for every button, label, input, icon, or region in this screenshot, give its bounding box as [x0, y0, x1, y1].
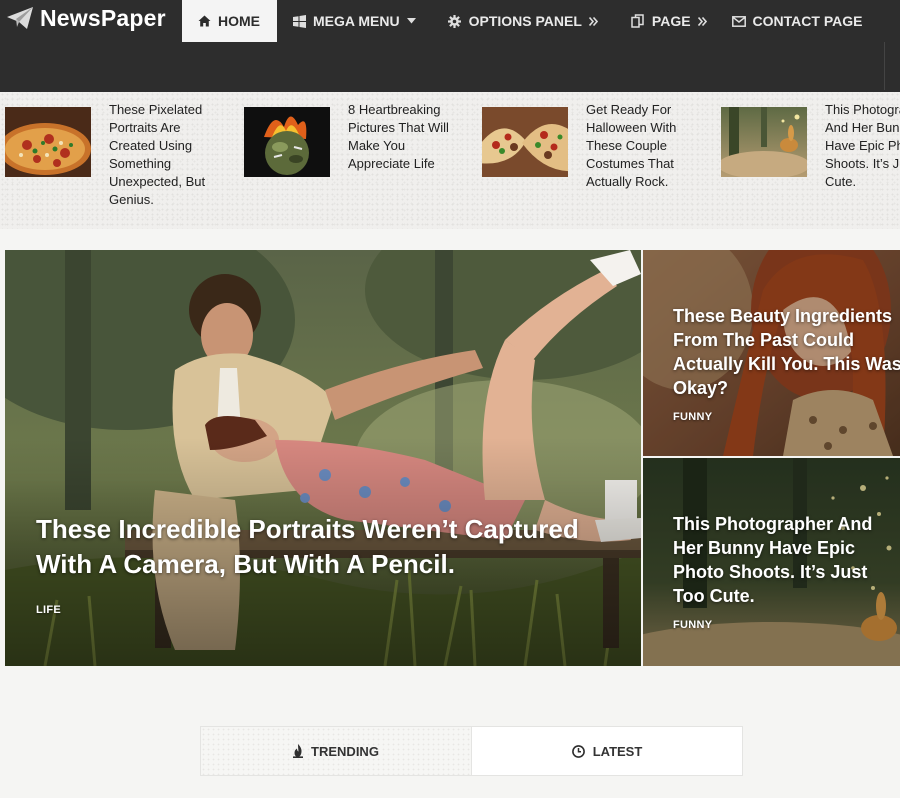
featured-article-title[interactable]: This Photographer And Her Bunny Have Epi…	[673, 512, 900, 608]
featured-article-side[interactable]: These Beauty Ingredients From The Past C…	[643, 250, 900, 456]
paper-plane-icon	[6, 6, 34, 30]
ticker-item[interactable]: These Pixelated Portraits Are Created Us…	[5, 102, 229, 209]
ticker-item[interactable]: Get Ready For Halloween With These Coupl…	[482, 102, 706, 191]
nav-item-contact-page[interactable]: CONTACT PAGE	[731, 0, 863, 42]
site-logo[interactable]: NewsPaper	[6, 4, 166, 32]
header-divider	[884, 42, 885, 90]
ticker-item-title: 8 Heartbreaking Pictures That Will Make …	[348, 102, 449, 171]
tab-trending[interactable]: TRENDING	[201, 727, 471, 775]
nav-label: PAGE	[651, 13, 691, 29]
featured-article-main[interactable]: These Incredible Portraits Weren’t Captu…	[5, 250, 641, 666]
nav-label: OPTIONS PANEL	[468, 13, 582, 29]
nav-label: CONTACT PAGE	[752, 13, 863, 29]
featured-article-title[interactable]: These Beauty Ingredients From The Past C…	[673, 304, 900, 400]
tab-label: TRENDING	[311, 743, 379, 759]
ticker-item[interactable]: This Photographer And Her Bunny Have Epi…	[721, 102, 900, 191]
nav-item-home[interactable]: HOME	[182, 0, 277, 42]
tab-latest[interactable]: LATEST	[471, 727, 742, 775]
featured-article-side[interactable]: This Photographer And Her Bunny Have Epi…	[643, 458, 900, 666]
category-tag[interactable]: FUNNY	[673, 411, 712, 423]
tacos-image	[482, 107, 568, 177]
tab-label: LATEST	[592, 743, 643, 759]
main-nav: HOME MEGA MENU OPTIONS PANEL PAGE CONTAC…	[182, 0, 862, 42]
bunny-image	[721, 107, 807, 177]
ticker-item-title: These Pixelated Portraits Are Created Us…	[109, 102, 206, 207]
ticker-item[interactable]: 8 Heartbreaking Pictures That Will Make …	[244, 102, 468, 177]
featured-article-title[interactable]: These Incredible Portraits Weren’t Captu…	[36, 512, 616, 582]
nav-label: MEGA MENU	[313, 13, 400, 29]
flame-icon	[293, 744, 304, 758]
clock-icon	[571, 744, 585, 758]
copy-icon	[631, 14, 645, 28]
ticker-item-title: Get Ready For Halloween With These Coupl…	[586, 102, 677, 189]
burning-planet-image	[244, 107, 330, 177]
couple-photo	[5, 250, 641, 666]
nav-item-page[interactable]: PAGE	[631, 0, 707, 42]
ticker-strip: These Pixelated Portraits Are Created Us…	[0, 92, 900, 229]
category-tag[interactable]: FUNNY	[673, 619, 712, 631]
pizza-image	[5, 107, 91, 177]
windows-icon	[292, 14, 306, 28]
caret-down-icon	[406, 18, 416, 24]
trending-latest-tabs: TRENDING LATEST	[200, 726, 743, 776]
nav-item-options-panel[interactable]: OPTIONS PANEL	[448, 0, 598, 42]
home-icon	[197, 14, 211, 28]
nav-label: HOME	[218, 13, 260, 29]
site-header: NewsPaper HOME MEGA MENU OPTIONS PANEL P…	[0, 0, 900, 92]
double-chevron-right-icon	[697, 16, 707, 26]
nav-item-mega-menu[interactable]: MEGA MENU	[292, 0, 416, 42]
double-chevron-right-icon	[588, 16, 598, 26]
gear-icon	[448, 14, 462, 28]
logo-text: NewsPaper	[40, 4, 166, 31]
ticker-item-title: This Photographer And Her Bunny Have Epi…	[825, 102, 900, 189]
category-tag[interactable]: LIFE	[36, 604, 61, 616]
envelope-icon	[731, 14, 746, 28]
